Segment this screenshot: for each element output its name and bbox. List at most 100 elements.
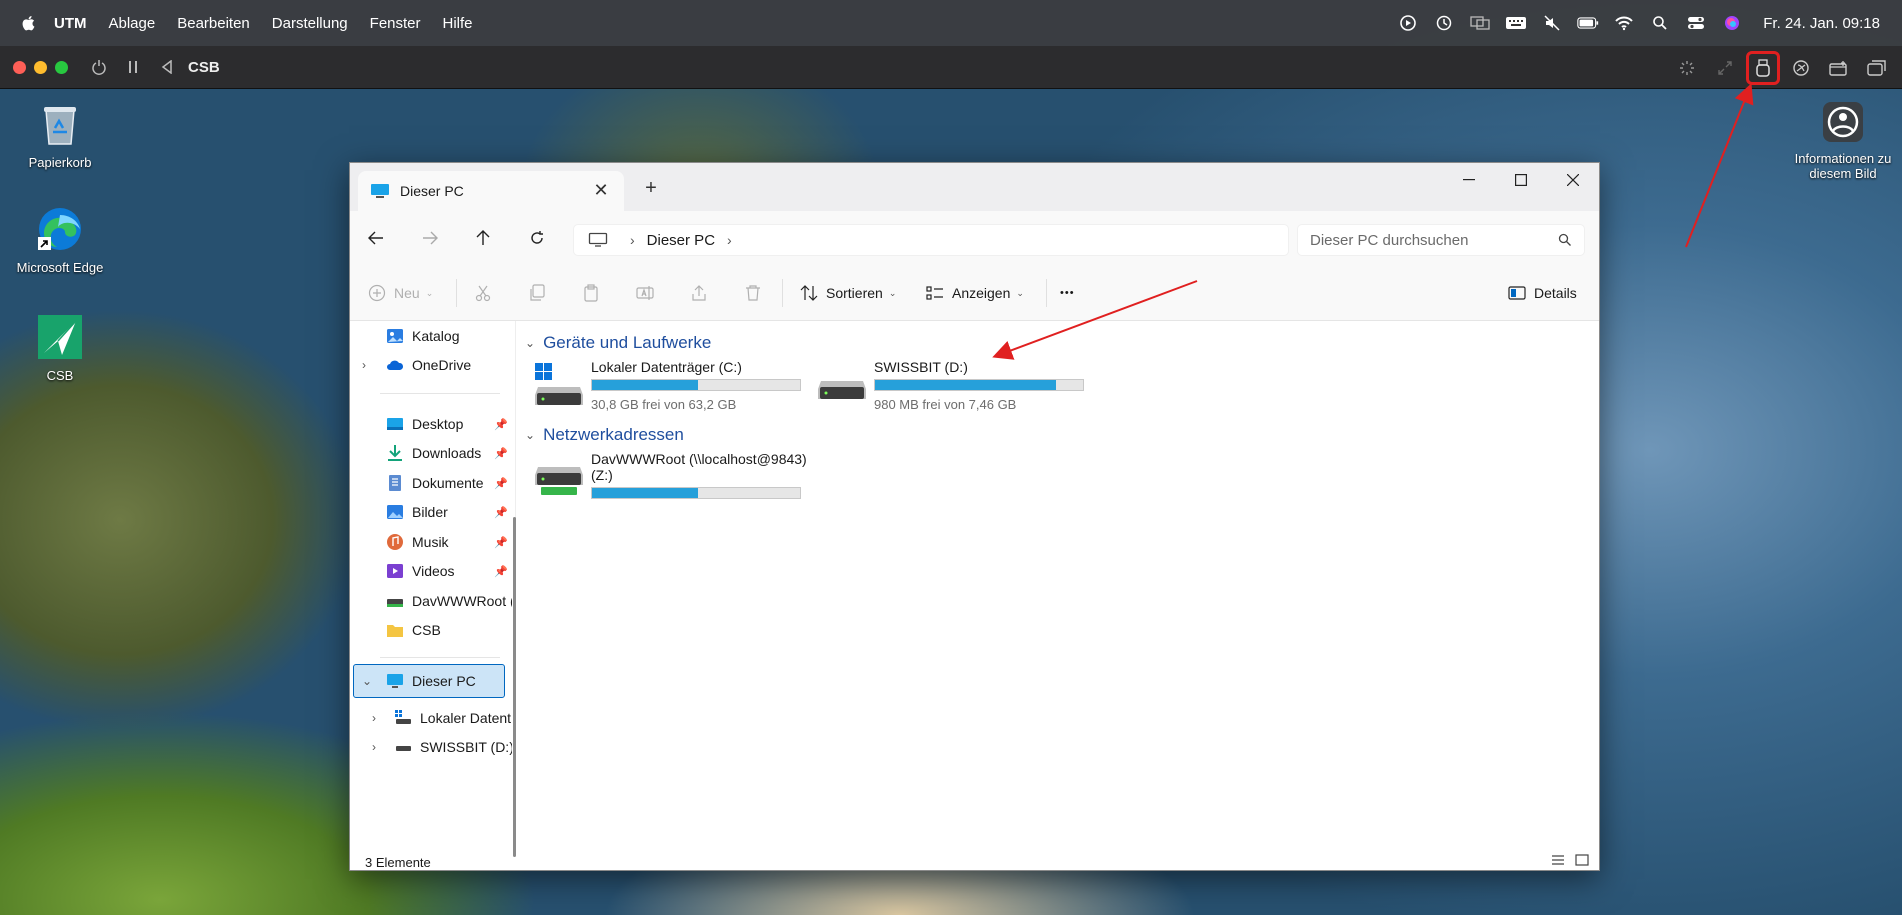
address-input[interactable]: › Dieser PC › <box>573 224 1289 256</box>
battery-icon[interactable] <box>1577 13 1599 33</box>
chevron-down-icon[interactable]: ⌄ <box>362 674 372 688</box>
nav-item-videos[interactable]: Videos 📌 <box>350 556 516 586</box>
nav-item-downloads[interactable]: Downloads 📌 <box>350 438 516 468</box>
group-network-locations[interactable]: ⌄ Netzwerkadressen <box>525 425 684 445</box>
copy-icon[interactable] <box>528 279 546 307</box>
pin-icon[interactable]: 📌 <box>494 565 508 578</box>
nav-item-bilder[interactable]: Bilder 📌 <box>350 497 516 527</box>
capture-input-icon[interactable] <box>1674 55 1700 81</box>
paste-icon[interactable] <box>582 279 600 307</box>
drive-d[interactable]: SWISSBIT (D:) 980 MB frei von 7,46 GB <box>818 359 1098 417</box>
nav-item-swissbit[interactable]: › SWISSBIT (D:) <box>350 732 516 762</box>
menu-bearbeiten[interactable]: Bearbeiten <box>177 15 250 32</box>
refresh-icon[interactable] <box>524 225 550 251</box>
maximize-button[interactable] <box>1495 163 1547 197</box>
nav-item-musik[interactable]: Musik 📌 <box>350 527 516 557</box>
nav-label: Dieser PC <box>412 673 476 689</box>
pin-icon[interactable]: 📌 <box>494 418 508 431</box>
minimize-button[interactable] <box>1443 163 1495 197</box>
sort-button[interactable]: Sortieren ⌄ <box>800 279 896 307</box>
menu-hilfe[interactable]: Hilfe <box>443 15 473 32</box>
windows-icon[interactable] <box>1864 55 1890 81</box>
cut-icon[interactable] <box>474 279 492 307</box>
pause-icon[interactable] <box>124 58 142 76</box>
desktop-icon-label: Papierkorb <box>28 155 92 170</box>
desktop-icon-recycle-bin[interactable]: Papierkorb <box>12 100 108 170</box>
menu-app-name[interactable]: UTM <box>54 15 87 32</box>
usb-device-icon[interactable] <box>1746 50 1780 85</box>
menu-clock[interactable]: Fr. 24. Jan. 09:18 <box>1763 15 1880 32</box>
menu-darstellung[interactable]: Darstellung <box>272 15 348 32</box>
desktop-icon-csb[interactable]: CSB <box>12 313 108 383</box>
forward-arrow-icon[interactable] <box>417 225 443 251</box>
new-label: Neu <box>394 285 420 301</box>
mute-icon[interactable] <box>1541 13 1563 33</box>
chevron-down-icon[interactable]: ⌄ <box>525 336 535 350</box>
delete-icon[interactable] <box>744 279 762 307</box>
nav-item-desktop[interactable]: Desktop 📌 <box>350 409 516 439</box>
restart-icon[interactable] <box>158 58 176 76</box>
close-window-x-button[interactable] <box>1547 163 1599 197</box>
wifi-icon[interactable] <box>1613 13 1635 33</box>
keyboard-icon[interactable] <box>1505 13 1527 33</box>
siri-icon[interactable] <box>1721 13 1743 33</box>
network-drive-z[interactable]: DavWWWRoot (\\localhost@9843) (Z:) <box>535 451 815 511</box>
apple-icon[interactable] <box>20 14 38 32</box>
pin-icon[interactable]: 📌 <box>494 477 508 490</box>
up-arrow-icon[interactable] <box>470 225 496 251</box>
power-icon[interactable] <box>90 58 108 76</box>
view-button[interactable]: Anzeigen ⌄ <box>926 279 1024 307</box>
new-button[interactable]: Neu ⌄ <box>368 279 433 307</box>
tab-title: Dieser PC <box>400 183 464 199</box>
drive-usage-bar <box>591 379 801 391</box>
nav-item-onedrive[interactable]: › OneDrive <box>350 350 516 380</box>
search-input[interactable]: Dieser PC durchsuchen <box>1297 224 1585 256</box>
drive-image-icon[interactable] <box>1826 55 1852 81</box>
menu-ablage[interactable]: Ablage <box>109 15 156 32</box>
details-button[interactable]: Details <box>1508 279 1577 307</box>
rename-icon[interactable] <box>636 279 654 307</box>
new-tab-button[interactable]: + <box>640 177 662 199</box>
nav-item-csb[interactable]: CSB <box>350 615 516 645</box>
nav-item-davwwwroot[interactable]: DavWWWRoot ( <box>350 586 516 616</box>
menu-fenster[interactable]: Fenster <box>370 15 421 32</box>
chevron-right-icon[interactable]: › <box>372 711 376 725</box>
chevron-down-icon[interactable]: ⌄ <box>525 428 535 442</box>
desktop-icon-image-info[interactable]: Informationen zu diesem Bild <box>1790 100 1896 181</box>
tab-dieser-pc[interactable]: Dieser PC ✕ <box>358 171 624 211</box>
close-tab-icon[interactable]: ✕ <box>592 180 610 200</box>
back-arrow-icon[interactable] <box>363 225 389 251</box>
close-window-button[interactable] <box>13 60 26 74</box>
share-icon[interactable] <box>690 279 708 307</box>
time-machine-icon[interactable] <box>1433 13 1455 33</box>
search-placeholder: Dieser PC durchsuchen <box>1310 231 1469 249</box>
nav-item-dieser-pc[interactable]: ⌄ Dieser PC <box>350 666 516 696</box>
pin-icon[interactable]: 📌 <box>494 447 508 460</box>
zoom-window-button[interactable] <box>55 60 68 74</box>
details-view-icon[interactable] <box>1551 854 1565 866</box>
nav-item-lokaler-datentraeger[interactable]: › Lokaler Datent <box>350 703 516 733</box>
screen-record-icon[interactable] <box>1397 13 1419 33</box>
minimize-window-button[interactable] <box>34 60 47 74</box>
shared-directory-icon[interactable] <box>1788 55 1814 81</box>
breadcrumb-dieser-pc[interactable]: Dieser PC <box>647 232 715 249</box>
screen-mirroring-icon[interactable] <box>1469 13 1491 33</box>
breadcrumb-chevron-icon[interactable]: › <box>727 232 732 248</box>
drive-c[interactable]: Lokaler Datenträger (C:) 30,8 GB frei vo… <box>535 359 815 417</box>
spotlight-search-icon[interactable] <box>1649 13 1671 33</box>
nav-label: Lokaler Datent <box>420 710 512 726</box>
nav-item-dokumente[interactable]: Dokumente 📌 <box>350 468 516 498</box>
tiles-view-icon[interactable] <box>1575 854 1589 866</box>
nav-scrollbar[interactable] <box>513 517 516 857</box>
resize-icon[interactable] <box>1712 55 1738 81</box>
more-options-button[interactable]: ••• <box>1060 279 1075 307</box>
pin-icon[interactable]: 📌 <box>494 536 508 549</box>
nav-item-katalog[interactable]: Katalog <box>350 321 516 351</box>
desktop-icon-edge[interactable]: Microsoft Edge <box>12 205 108 275</box>
pin-icon[interactable]: 📌 <box>494 506 508 519</box>
chevron-right-icon[interactable]: › <box>362 358 366 372</box>
group-devices-drives[interactable]: ⌄ Geräte und Laufwerke <box>525 333 711 353</box>
breadcrumb-chevron-icon[interactable]: › <box>630 232 635 248</box>
chevron-right-icon[interactable]: › <box>372 740 376 754</box>
control-center-icon[interactable] <box>1685 13 1707 33</box>
